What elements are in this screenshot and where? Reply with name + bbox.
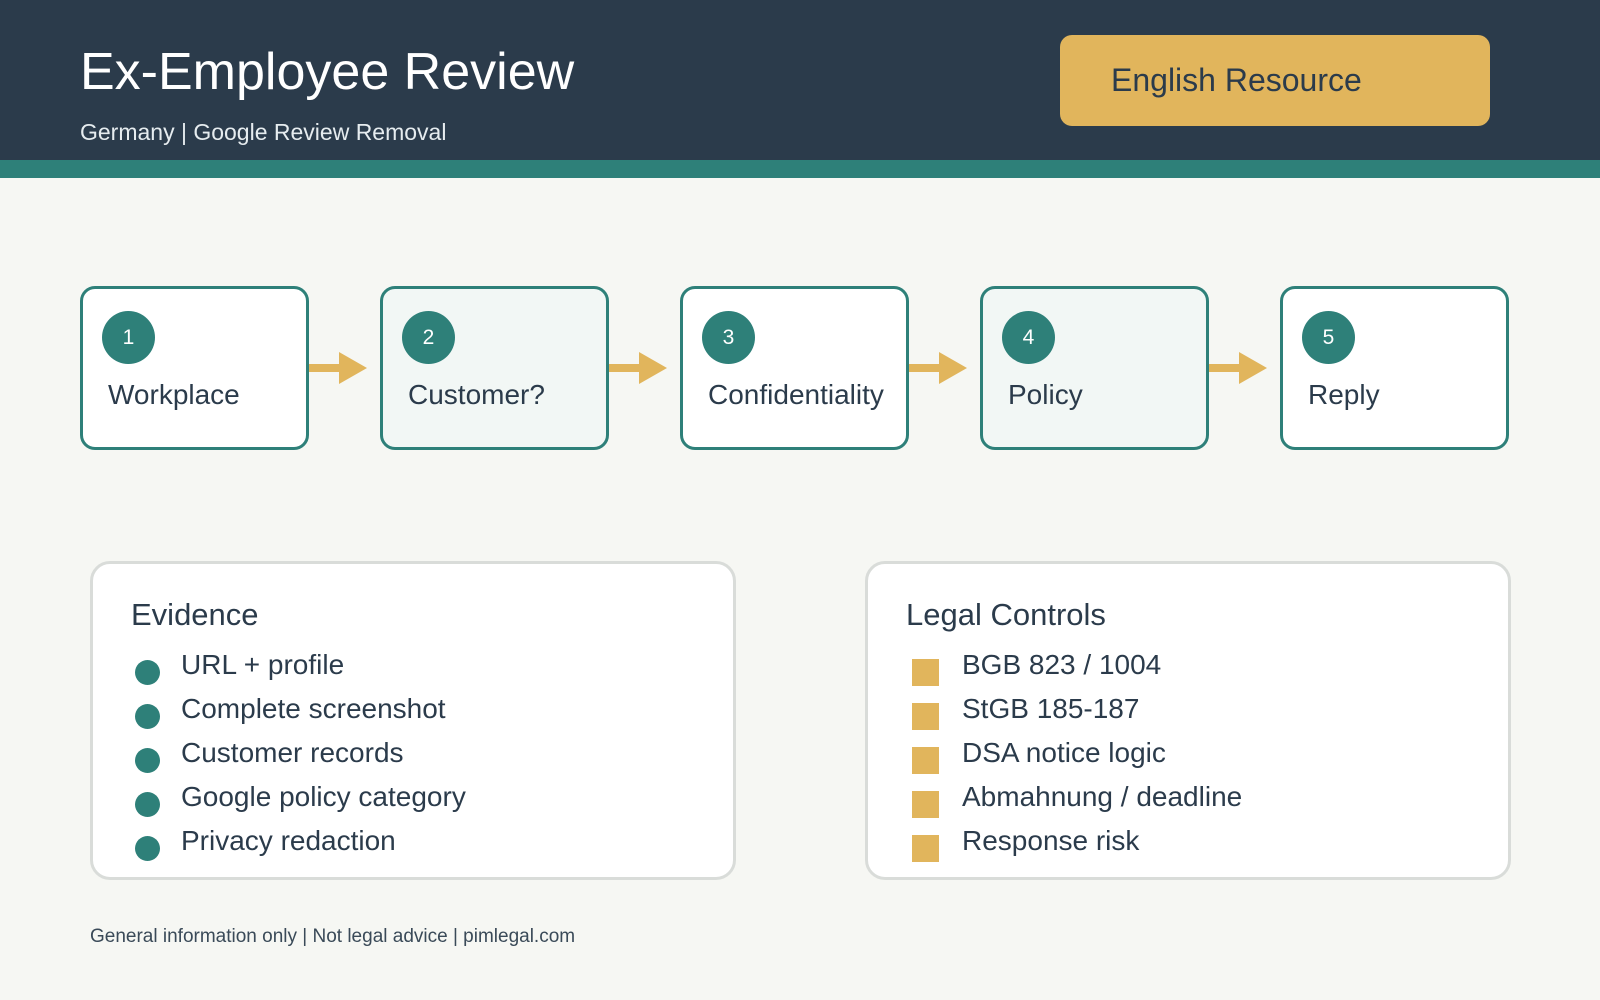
step-label: Reply [1308,379,1380,410]
step-workplace: 1 Workplace [80,286,309,450]
evidence-item: Customer records [181,737,404,768]
step-number: 3 [702,311,755,364]
legal-item: DSA notice logic [962,737,1166,768]
step-customer: 2 Customer? [380,286,609,450]
evidence-item: URL + profile [181,649,345,680]
page-subtitle: Germany | Google Review Removal [80,119,447,145]
evidence-title: Evidence [131,597,259,632]
step-label: Customer? [408,379,545,410]
resource-badge: English Resource [1060,35,1490,126]
bullet-square-icon [912,747,939,774]
list-item: Privacy redaction [93,825,713,865]
list-item: StGB 185-187 [868,693,1488,733]
page-title: Ex-Employee Review [80,43,575,101]
legal-controls-title: Legal Controls [906,597,1106,632]
step-confidentiality: 3 Confidentiality [680,286,909,450]
list-item: BGB 823 / 1004 [868,649,1488,689]
legal-item: Response risk [962,825,1140,856]
step-label: Policy [1008,379,1083,410]
list-item: URL + profile [93,649,713,689]
bullet-square-icon [912,659,939,686]
bullet-square-icon [912,703,939,730]
arrow-right-icon [609,352,667,384]
step-label: Workplace [108,379,240,410]
resource-badge-label: English Resource [1111,62,1362,98]
legal-item: BGB 823 / 1004 [962,649,1162,680]
step-policy: 4 Policy [980,286,1209,450]
step-number: 4 [1002,311,1055,364]
arrow-right-icon [309,352,367,384]
footer-disclaimer: General information only | Not legal adv… [90,926,576,947]
legal-item: StGB 185-187 [962,693,1140,724]
header-stripe [0,160,1600,178]
arrow-right-icon [1209,352,1267,384]
evidence-item: Privacy redaction [181,825,396,856]
list-item: Complete screenshot [93,693,713,733]
step-label: Confidentiality [708,379,884,410]
bullet-dot-icon [135,748,160,773]
evidence-card: Evidence URL + profile Complete screensh… [90,561,736,880]
arrow-right-icon [909,352,967,384]
bullet-dot-icon [135,792,160,817]
bullet-dot-icon [135,704,160,729]
legal-item: Abmahnung / deadline [962,781,1243,812]
bullet-square-icon [912,791,939,818]
bullet-square-icon [912,835,939,862]
list-item: DSA notice logic [868,737,1488,777]
legal-controls-card: Legal Controls BGB 823 / 1004 StGB 185-1… [865,561,1511,880]
step-number: 1 [102,311,155,364]
list-item: Response risk [868,825,1488,865]
step-reply: 5 Reply [1280,286,1509,450]
bullet-dot-icon [135,836,160,861]
list-item: Abmahnung / deadline [868,781,1488,821]
list-item: Google policy category [93,781,713,821]
step-number: 5 [1302,311,1355,364]
step-number: 2 [402,311,455,364]
bullet-dot-icon [135,660,160,685]
evidence-item: Google policy category [181,781,466,812]
evidence-item: Complete screenshot [181,693,446,724]
list-item: Customer records [93,737,713,777]
